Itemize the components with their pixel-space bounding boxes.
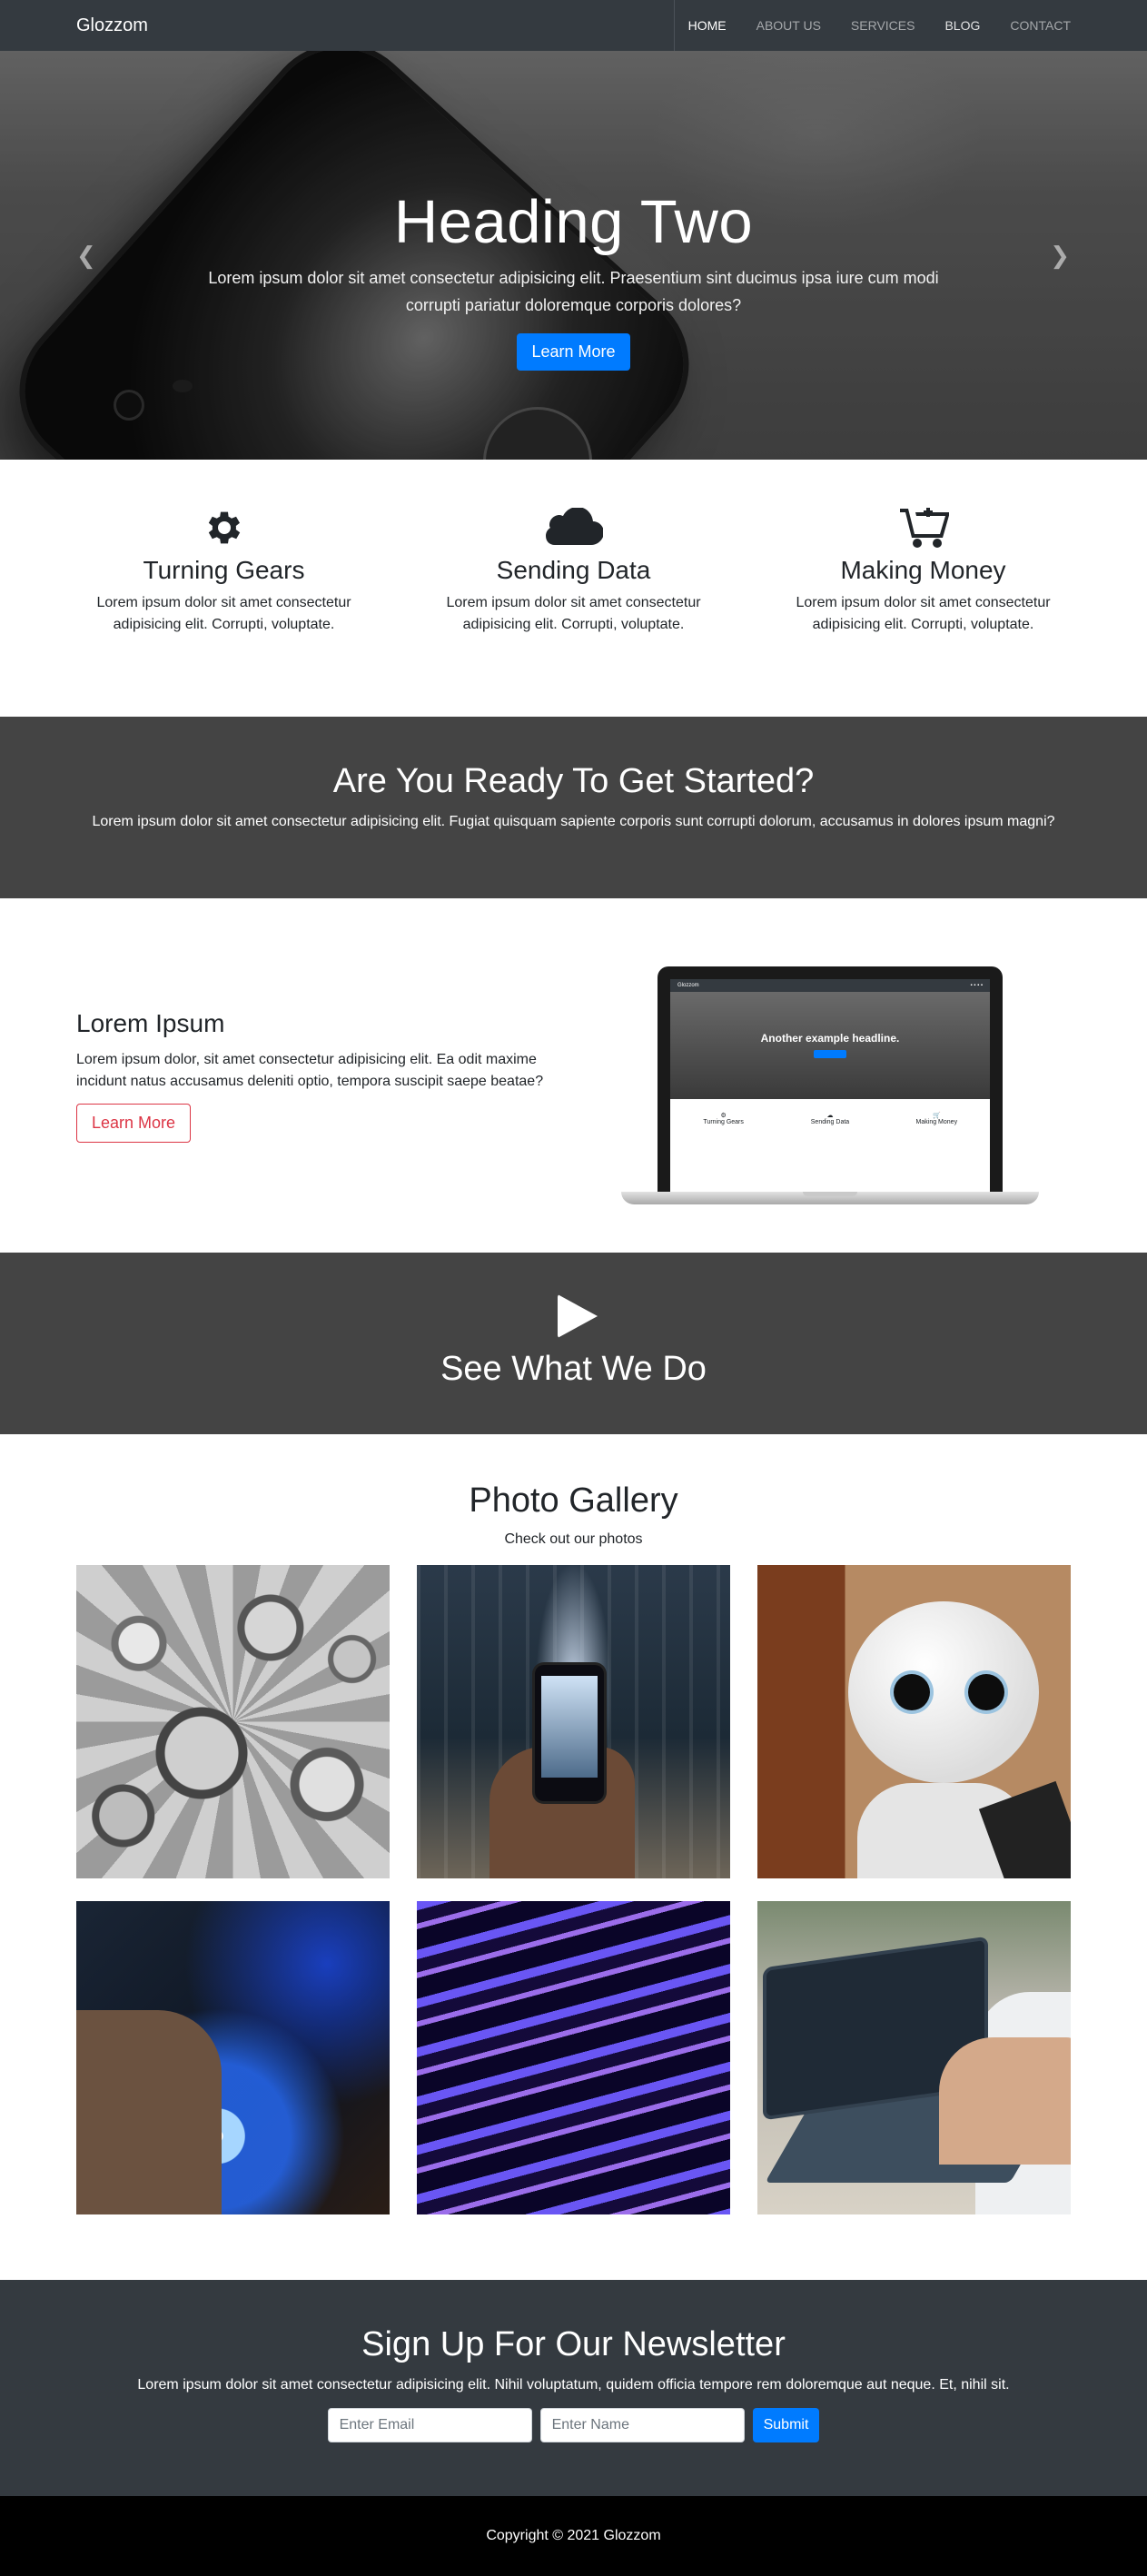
newsletter-section: Sign Up For Our Newsletter Lorem ipsum d… bbox=[0, 2280, 1147, 2496]
laptop-lid: Glozzom ▪ ▪ ▪ ▪ Another example headline… bbox=[658, 966, 1003, 1194]
gallery-photo-phone-tunnel[interactable] bbox=[417, 1565, 730, 1878]
brand-logo[interactable]: Glozzom bbox=[76, 15, 148, 36]
gallery-heading: Photo Gallery bbox=[469, 1481, 678, 1520]
welder-arm-decoration bbox=[76, 2010, 222, 2214]
video-section: See What We Do bbox=[0, 1253, 1147, 1434]
gallery-subheading: Check out our photos bbox=[504, 1531, 643, 1547]
nav-link-home[interactable]: HOME bbox=[688, 18, 727, 33]
laptop-notch bbox=[803, 1192, 857, 1196]
newsletter-heading: Sign Up For Our Newsletter bbox=[361, 2325, 786, 2363]
gallery-grid bbox=[76, 1565, 1071, 2214]
laptop-screen-headline: Another example headline. bbox=[760, 1032, 900, 1045]
laptop-screen-navbar: Glozzom ▪ ▪ ▪ ▪ bbox=[670, 979, 990, 992]
robot-head-decoration bbox=[848, 1601, 1039, 1783]
info-section: Lorem Ipsum Lorem ipsum dolor, sit amet … bbox=[0, 898, 1147, 1253]
laptop-screen-brand: Glozzom bbox=[677, 983, 699, 988]
nav-link-contact[interactable]: CONTACT bbox=[1010, 18, 1071, 33]
feature-turning-gears: Turning Gears Lorem ipsum dolor sit amet… bbox=[76, 505, 371, 636]
laptop-mockup-image: Glozzom ▪ ▪ ▪ ▪ Another example headline… bbox=[621, 948, 1039, 1204]
gear-icon: ⚙ bbox=[720, 1113, 727, 1119]
gear-icon bbox=[76, 505, 371, 550]
laptop-screen-button bbox=[814, 1050, 846, 1058]
info-learn-more-button[interactable]: Learn More bbox=[76, 1103, 192, 1143]
laptop-screen-feature: ☁ Sending Data bbox=[810, 1113, 850, 1125]
info-heading: Lorem Ipsum bbox=[76, 1008, 225, 1037]
cloud-icon: ☁ bbox=[826, 1113, 834, 1119]
laptop-screen-feature: 🛒 Making Money bbox=[915, 1113, 958, 1125]
gallery-photo-light-streaks[interactable] bbox=[417, 1901, 730, 2214]
gallery-photo-gears[interactable] bbox=[76, 1565, 390, 1878]
feature-title: Sending Data bbox=[496, 556, 651, 584]
hero-heading: Heading Two bbox=[393, 188, 754, 256]
laptop-screen-feature: ⚙ Turning Gears bbox=[703, 1113, 744, 1125]
photo-gallery-section: Photo Gallery Check out our photos bbox=[0, 1434, 1147, 2280]
submit-button[interactable]: Submit bbox=[752, 2408, 820, 2442]
info-text: Lorem ipsum dolor, sit amet consectetur … bbox=[76, 1051, 544, 1089]
hero-caption: Heading Two Lorem ipsum dolor sit amet c… bbox=[0, 187, 1147, 371]
robot-eye-decoration bbox=[968, 1674, 1004, 1710]
robot-eye-decoration bbox=[894, 1674, 930, 1710]
feature-making-money: Making Money Lorem ipsum dolor sit amet … bbox=[776, 505, 1071, 636]
gallery-photo-laptop[interactable] bbox=[757, 1901, 1071, 2214]
laptop-screen-hero: Another example headline. bbox=[670, 992, 990, 1099]
feature-text: Lorem ipsum dolor sit amet consectetur a… bbox=[96, 595, 351, 632]
gallery-photo-welding[interactable] bbox=[76, 1901, 390, 2214]
laptop-screen-features: ⚙ Turning Gears ☁ Sending Data 🛒 Making Mon… bbox=[670, 1099, 990, 1125]
navbar: Glozzom HOME ABOUT US SERVICES BLOG CONT… bbox=[0, 0, 1147, 51]
hero-text: Lorem ipsum dolor sit amet consectetur a… bbox=[208, 269, 939, 314]
email-field[interactable] bbox=[327, 2408, 532, 2442]
cart-icon: 🛒 bbox=[932, 1113, 941, 1119]
gallery-photo-robot[interactable] bbox=[757, 1565, 1071, 1878]
feature-title: Turning Gears bbox=[143, 556, 305, 584]
video-heading: See What We Do bbox=[440, 1350, 707, 1388]
laptop-screen-nav-marks: ▪ ▪ ▪ ▪ bbox=[970, 983, 983, 988]
hero-learn-more-button[interactable]: Learn More bbox=[517, 333, 630, 371]
nav-links: HOME ABOUT US SERVICES BLOG CONTACT bbox=[673, 0, 1071, 51]
feature-title: Making Money bbox=[840, 556, 1006, 584]
copyright-text: Copyright © 2021 Glozzom bbox=[486, 2528, 661, 2543]
feature-text: Lorem ipsum dolor sit amet consectetur a… bbox=[796, 595, 1051, 632]
name-field[interactable] bbox=[539, 2408, 745, 2442]
play-icon[interactable] bbox=[557, 1294, 598, 1338]
hand-decoration bbox=[939, 2037, 1071, 2165]
get-started-text: Lorem ipsum dolor sit amet consectetur a… bbox=[92, 814, 1055, 829]
get-started-section: Are You Ready To Get Started? Lorem ipsu… bbox=[0, 717, 1147, 898]
cloud-icon bbox=[426, 505, 721, 550]
hero-carousel: ❮ ❯ Heading Two Lorem ipsum dolor sit am… bbox=[0, 51, 1147, 460]
nav-link-blog[interactable]: BLOG bbox=[944, 18, 980, 33]
feature-text: Lorem ipsum dolor sit amet consectetur a… bbox=[446, 595, 701, 632]
feature-sending-data: Sending Data Lorem ipsum dolor sit amet … bbox=[426, 505, 721, 636]
features-section: Turning Gears Lorem ipsum dolor sit amet… bbox=[0, 460, 1147, 717]
nav-link-about-us[interactable]: ABOUT US bbox=[756, 18, 821, 33]
footer: Copyright © 2021 Glozzom bbox=[0, 2496, 1147, 2576]
info-text-block: Lorem Ipsum Lorem ipsum dolor, sit amet … bbox=[76, 1009, 558, 1143]
laptop-screen: Glozzom ▪ ▪ ▪ ▪ Another example headline… bbox=[670, 979, 990, 1194]
phone-decoration bbox=[535, 1665, 604, 1801]
newsletter-text: Lorem ipsum dolor sit amet consectetur a… bbox=[137, 2377, 1010, 2393]
get-started-heading: Are You Ready To Get Started? bbox=[332, 762, 815, 800]
nav-link-services[interactable]: SERVICES bbox=[851, 18, 915, 33]
newsletter-form: Submit bbox=[0, 2408, 1147, 2442]
cart-plus-icon bbox=[776, 505, 1071, 550]
